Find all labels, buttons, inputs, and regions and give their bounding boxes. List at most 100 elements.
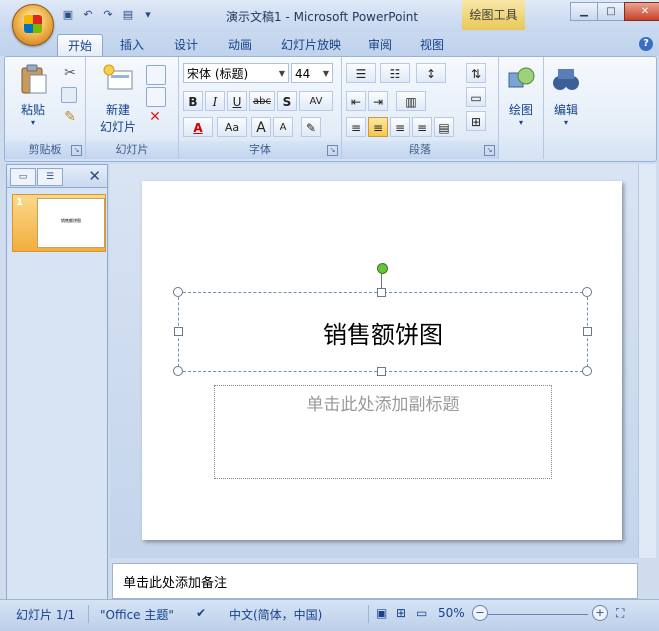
strikethrough-button[interactable]: abc <box>249 91 275 111</box>
numbering-icon[interactable]: ☷ <box>380 63 410 83</box>
tab-view[interactable]: 视图 <box>410 34 454 56</box>
resize-handle-se[interactable] <box>582 366 592 376</box>
resize-handle-n[interactable] <box>377 288 386 297</box>
distributed-icon[interactable]: ▤ <box>434 117 454 137</box>
columns-icon[interactable]: ▥ <box>396 91 426 111</box>
editing-button[interactable]: 编辑 ▾ <box>548 63 584 127</box>
slides-tab-icon[interactable]: ▭ <box>10 168 36 186</box>
underline-button[interactable]: U <box>227 91 247 111</box>
customize-qat-icon[interactable]: ▾ <box>140 7 156 23</box>
save-icon[interactable]: ▣ <box>60 7 76 23</box>
normal-view-icon[interactable]: ▣ <box>376 606 387 620</box>
paragraph-group-label: 段落 <box>342 141 498 159</box>
subtitle-placeholder-text[interactable]: 单击此处添加副标题 <box>215 390 551 415</box>
spellcheck-icon[interactable]: ✔ <box>196 606 206 620</box>
layout-icon[interactable] <box>146 65 166 85</box>
close-pane-icon[interactable]: ✕ <box>88 167 101 185</box>
window-title: 演示文稿1 - Microsoft PowerPoint <box>226 10 419 24</box>
char-spacing-button[interactable]: AV <box>299 91 333 111</box>
resize-handle-s[interactable] <box>377 367 386 376</box>
close-button[interactable]: ✕ <box>624 2 659 21</box>
zoom-slider[interactable] <box>488 614 588 615</box>
undo-icon[interactable]: ↶ <box>80 7 96 23</box>
help-icon[interactable]: ? <box>639 37 653 51</box>
copy-icon[interactable] <box>61 87 77 103</box>
notes-placeholder[interactable]: 单击此处添加备注 <box>123 572 227 591</box>
clipboard-launcher-icon[interactable]: ↘ <box>71 145 82 156</box>
align-left-icon[interactable]: ≡ <box>346 117 366 137</box>
drawing-button[interactable]: 绘图 ▾ <box>503 63 539 127</box>
line-spacing-icon[interactable]: ↕ <box>416 63 446 83</box>
slideshow-view-icon[interactable]: ▭ <box>416 606 427 620</box>
resize-handle-w[interactable] <box>174 327 183 336</box>
increase-indent-icon[interactable]: ⇥ <box>368 91 388 111</box>
zoom-out-icon[interactable]: − <box>472 605 488 621</box>
new-slide-button[interactable]: 新建 幻灯片 <box>92 63 144 135</box>
shrink-font-button[interactable]: A <box>273 117 293 137</box>
redo-icon[interactable]: ↷ <box>100 7 116 23</box>
zoom-level[interactable]: 50% <box>438 606 465 620</box>
cut-icon[interactable]: ✂ <box>61 65 79 83</box>
text-direction-icon[interactable]: ⇅ <box>466 63 486 83</box>
print-preview-icon[interactable]: ▤ <box>120 7 136 23</box>
resize-handle-ne[interactable] <box>582 287 592 297</box>
slide-title[interactable]: 销售额饼图 <box>179 315 587 350</box>
subtitle-placeholder[interactable]: 单击此处添加副标题 <box>214 385 552 479</box>
slide-sorter-icon[interactable]: ⊞ <box>396 606 406 620</box>
tab-animation[interactable]: 动画 <box>218 34 262 56</box>
minimize-button[interactable]: ▁ <box>570 2 598 21</box>
font-size-combo[interactable]: 44 ▼ <box>291 63 333 83</box>
bullets-icon[interactable]: ☰ <box>346 63 376 83</box>
window-controls: ▁ □ ✕ <box>570 2 659 21</box>
title-placeholder[interactable]: 销售额饼图 <box>178 292 588 372</box>
maximize-button[interactable]: □ <box>597 2 625 21</box>
zoom-in-icon[interactable]: + <box>592 605 608 621</box>
editing-label: 编辑 <box>553 103 578 117</box>
font-launcher-icon[interactable]: ↘ <box>327 145 338 156</box>
theme-name[interactable]: "Office 主题" <box>100 606 174 623</box>
clear-format-icon[interactable]: ✎ <box>301 117 321 137</box>
title-bar: ▣ ↶ ↷ ▤ ▾ 演示文稿1 - Microsoft PowerPoint 绘… <box>0 0 659 32</box>
resize-handle-e[interactable] <box>583 327 592 336</box>
fit-window-icon[interactable]: ⛶ <box>616 606 624 621</box>
language[interactable]: 中文(简体，中国) <box>229 606 322 623</box>
shapes-icon <box>508 67 535 88</box>
paste-button[interactable]: 粘贴 ▾ <box>13 63 53 127</box>
outline-tab-icon[interactable]: ☰ <box>37 168 63 186</box>
font-color-button[interactable]: A <box>183 117 213 137</box>
align-center-icon[interactable]: ≡ <box>368 117 388 137</box>
rotation-handle[interactable] <box>377 263 388 274</box>
align-right-icon[interactable]: ≡ <box>390 117 410 137</box>
tab-review[interactable]: 审阅 <box>358 34 402 56</box>
group-drawing: 绘图 ▾ <box>499 57 544 159</box>
format-painter-icon[interactable]: ✎ <box>61 109 79 127</box>
status-bar: 幻灯片 1/1 "Office 主题" ✔ 中文(简体，中国) ▣ ⊞ ▭ 50… <box>0 599 659 631</box>
editing-dropdown-icon: ▾ <box>563 118 568 127</box>
paragraph-launcher-icon[interactable]: ↘ <box>484 145 495 156</box>
decrease-indent-icon[interactable]: ⇤ <box>346 91 366 111</box>
thumbnail-preview: 销售额饼图 <box>37 198 105 248</box>
tab-design[interactable]: 设计 <box>164 34 208 56</box>
drawing-dropdown-icon: ▾ <box>518 118 523 127</box>
align-text-icon[interactable]: ▭ <box>466 87 486 107</box>
group-font: 宋体 (标题) ▼ 44 ▼ B I U abc S AV A Aa A A ✎… <box>179 57 342 159</box>
office-button[interactable] <box>12 4 54 46</box>
delete-slide-icon[interactable]: ✕ <box>146 109 164 127</box>
vertical-scrollbar[interactable] <box>638 164 656 558</box>
justify-icon[interactable]: ≡ <box>412 117 432 137</box>
paste-label: 粘贴 <box>20 103 45 117</box>
tab-insert[interactable]: 插入 <box>110 34 154 56</box>
tab-slideshow[interactable]: 幻灯片放映 <box>272 34 350 56</box>
reset-icon[interactable] <box>146 87 166 107</box>
grow-font-button[interactable]: A <box>251 117 271 137</box>
resize-handle-nw[interactable] <box>173 287 183 297</box>
change-case-button[interactable]: Aa <box>217 117 247 137</box>
tab-home[interactable]: 开始 <box>57 34 103 57</box>
bold-button[interactable]: B <box>183 91 203 111</box>
italic-button[interactable]: I <box>205 91 225 111</box>
smartart-icon[interactable]: ⊞ <box>466 111 486 131</box>
slide-thumbnail-1[interactable]: 1 销售额饼图 <box>12 194 106 252</box>
font-name-combo[interactable]: 宋体 (标题) ▼ <box>183 63 289 83</box>
resize-handle-sw[interactable] <box>173 366 183 376</box>
text-shadow-button[interactable]: S <box>277 91 297 111</box>
